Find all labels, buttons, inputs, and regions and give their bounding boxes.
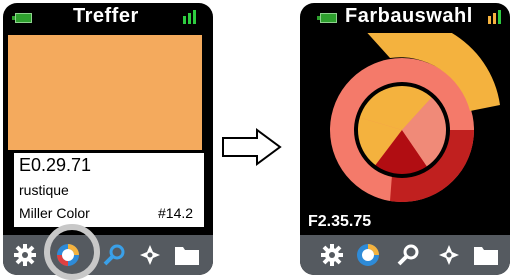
folder-icon[interactable] [173, 241, 201, 269]
color-wheel-display[interactable] [300, 33, 510, 218]
left-device-screen: Treffer E0.29.71 rustique Miller Color #… [3, 3, 213, 275]
screen-title: Farbauswahl [345, 5, 473, 27]
status-bar: Treffer [3, 3, 213, 33]
right-arrow-icon [222, 128, 282, 166]
battery-icon [12, 13, 32, 23]
folder-icon[interactable] [472, 241, 500, 269]
selection-highlight-circle [44, 224, 100, 280]
color-index: #14.2 [158, 205, 194, 221]
screen-title: Treffer [73, 5, 139, 27]
search-icon[interactable] [394, 241, 422, 269]
gear-icon[interactable] [318, 241, 346, 269]
compass-icon[interactable] [435, 241, 463, 269]
color-code: F2.35.75 [308, 213, 372, 230]
gear-icon[interactable] [11, 241, 39, 269]
color-swatch [8, 35, 202, 150]
color-wheel-icon[interactable] [354, 241, 382, 269]
compass-icon[interactable] [136, 241, 164, 269]
color-name: rustique [19, 182, 69, 198]
bottom-toolbar [3, 235, 213, 275]
brand-name: Miller Color [19, 205, 90, 221]
signal-icon [488, 10, 504, 24]
signal-icon [183, 10, 199, 24]
right-device-screen: Farbauswahl F2.35.75 [300, 3, 510, 275]
bottom-toolbar [300, 235, 510, 275]
color-info-panel: E0.29.71 rustique Miller Color #14.2 [14, 153, 204, 227]
color-code: E0.29.71 [19, 155, 92, 175]
search-icon[interactable] [100, 241, 128, 269]
battery-icon [317, 13, 337, 23]
status-bar: Farbauswahl [300, 3, 510, 33]
